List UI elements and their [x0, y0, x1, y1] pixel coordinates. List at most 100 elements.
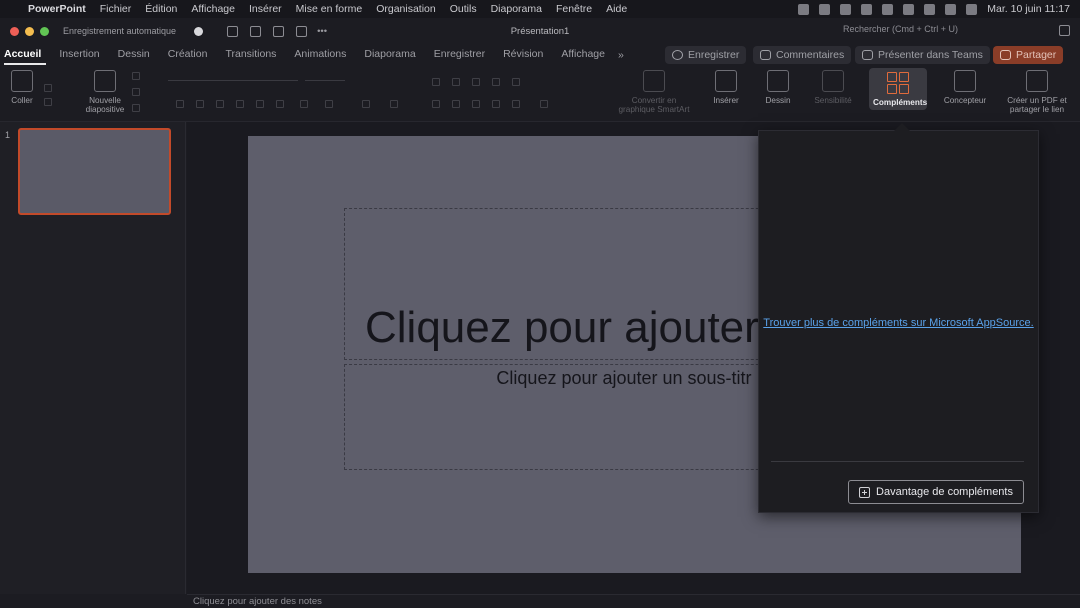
more-addins-button[interactable]: Davantage de compléments [848, 480, 1024, 504]
comment-icon [760, 50, 771, 60]
char-spacing-icon[interactable] [300, 100, 308, 108]
designer-button[interactable]: Concepteur [940, 70, 990, 105]
tab-dessin[interactable]: Dessin [109, 44, 159, 66]
zoom-window-button[interactable] [40, 26, 49, 36]
align-right-icon[interactable] [472, 100, 480, 108]
subtitle-placeholder[interactable]: Cliquez pour ajouter un sous-titr [344, 364, 804, 470]
menu-fenetre[interactable]: Fenêtre [556, 3, 592, 15]
drawing-icon [767, 70, 789, 92]
tab-revision[interactable]: Révision [494, 44, 552, 66]
present-teams-button[interactable]: Présenter dans Teams [855, 46, 990, 64]
creative-cloud-icon[interactable] [840, 3, 852, 15]
create-pdf-button[interactable]: Créer un PDF et partager le lien [1002, 70, 1072, 114]
save-icon[interactable] [250, 25, 262, 37]
menu-diaporama[interactable]: Diaporama [491, 3, 542, 15]
line-spacing-icon[interactable] [512, 78, 520, 86]
more-icon[interactable]: ••• [317, 26, 327, 37]
menu-inserer[interactable]: Insérer [249, 3, 282, 15]
status-menu-area: Mar. 10 juin 11:17 [798, 0, 1070, 18]
minimize-window-button[interactable] [25, 26, 34, 36]
menu-aide[interactable]: Aide [606, 3, 627, 15]
tab-insertion[interactable]: Insertion [50, 44, 108, 66]
reset-icon[interactable] [132, 88, 140, 96]
menu-fichier[interactable]: Fichier [100, 3, 132, 15]
font-color-icon[interactable] [390, 100, 398, 108]
status-app-icon[interactable] [861, 3, 873, 15]
tab-affichage[interactable]: Affichage [552, 44, 614, 66]
search-input[interactable]: Rechercher (Cmd + Ctrl + U) [843, 24, 958, 34]
bold-icon[interactable] [176, 100, 184, 108]
text-direction-icon[interactable] [540, 100, 548, 108]
subtitle-placeholder-text: Cliquez pour ajouter un sous-titr [496, 368, 752, 388]
tab-animations[interactable]: Animations [285, 44, 355, 66]
tab-creation[interactable]: Création [159, 44, 217, 66]
addins-popover: Trouver plus de compléments sur Microsof… [758, 123, 1039, 513]
status-app-icon[interactable] [819, 3, 831, 15]
layout-icon[interactable] [132, 72, 140, 80]
record-button[interactable]: Enregistrer [665, 46, 747, 64]
underline-icon[interactable] [216, 100, 224, 108]
control-center-icon[interactable] [945, 3, 957, 15]
autosave-toggle[interactable] [194, 26, 204, 36]
insert-button[interactable]: Insérer [706, 70, 746, 105]
strikethrough-icon[interactable] [236, 100, 244, 108]
columns-icon[interactable] [512, 100, 520, 108]
status-app-icon[interactable] [798, 3, 810, 15]
menu-affichage[interactable]: Affichage [191, 3, 235, 15]
section-icon[interactable] [132, 104, 140, 112]
present-teams-label: Présenter dans Teams [878, 49, 983, 61]
home-icon[interactable] [227, 25, 239, 37]
slide-thumbnail[interactable] [18, 128, 171, 215]
share-window-icon[interactable] [1059, 25, 1070, 36]
italic-icon[interactable] [196, 100, 204, 108]
redo-icon[interactable] [296, 25, 308, 37]
text-highlight-icon[interactable] [362, 100, 370, 108]
teams-icon [862, 50, 873, 60]
siri-icon[interactable] [966, 3, 978, 15]
comments-button[interactable]: Commentaires [753, 46, 852, 64]
slide-thumbnails-pane[interactable]: 1 [0, 122, 186, 594]
increase-indent-icon[interactable] [492, 78, 500, 86]
app-menu[interactable]: PowerPoint [28, 3, 86, 15]
numbering-icon[interactable] [452, 78, 460, 86]
share-button[interactable]: Partager [993, 46, 1064, 64]
align-left-icon[interactable] [432, 100, 440, 108]
menu-edition[interactable]: Édition [145, 3, 177, 15]
create-pdf-label: Créer un PDF et partager le lien [1007, 96, 1067, 114]
sensitivity-button[interactable]: Sensibilité [810, 70, 856, 105]
undo-icon[interactable] [273, 25, 285, 37]
change-case-icon[interactable] [325, 100, 333, 108]
menu-organisation[interactable]: Organisation [376, 3, 436, 15]
menu-mise-en-forme[interactable]: Mise en forme [296, 3, 363, 15]
more-tabs-icon[interactable]: » [618, 49, 624, 61]
justify-icon[interactable] [492, 100, 500, 108]
font-size-select[interactable] [305, 80, 345, 81]
close-window-button[interactable] [10, 26, 19, 36]
tab-accueil[interactable]: Accueil [0, 44, 50, 66]
tab-transitions[interactable]: Transitions [216, 44, 285, 66]
comments-button-label: Commentaires [776, 49, 845, 61]
convert-smartart-button[interactable]: Convertir en graphique SmartArt [618, 70, 690, 114]
decrease-indent-icon[interactable] [472, 78, 480, 86]
cut-icon[interactable] [44, 84, 52, 92]
addins-button[interactable]: Compléments [869, 68, 927, 110]
title-placeholder[interactable]: Cliquez pour ajouter [344, 208, 804, 360]
align-center-icon[interactable] [452, 100, 460, 108]
bullets-icon[interactable] [432, 78, 440, 86]
paste-button[interactable]: Coller [6, 70, 38, 105]
subscript-icon[interactable] [256, 100, 264, 108]
tab-diaporama[interactable]: Diaporama [355, 44, 424, 66]
wifi-icon[interactable] [903, 3, 915, 15]
menubar-clock[interactable]: Mar. 10 juin 11:17 [987, 3, 1070, 15]
font-name-select[interactable] [168, 80, 298, 81]
draw-button[interactable]: Dessin [758, 70, 798, 105]
battery-icon[interactable] [882, 3, 894, 15]
new-slide-button[interactable]: Nouvelle diapositive [80, 70, 130, 114]
superscript-icon[interactable] [276, 100, 284, 108]
tab-enregistrer[interactable]: Enregistrer [425, 44, 494, 66]
search-icon[interactable] [924, 3, 936, 15]
notes-pane[interactable]: Cliquez pour ajouter des notes [187, 594, 1080, 608]
menu-outils[interactable]: Outils [450, 3, 477, 15]
appsource-link[interactable]: Trouver plus de compléments sur Microsof… [759, 317, 1038, 330]
copy-icon[interactable] [44, 98, 52, 106]
